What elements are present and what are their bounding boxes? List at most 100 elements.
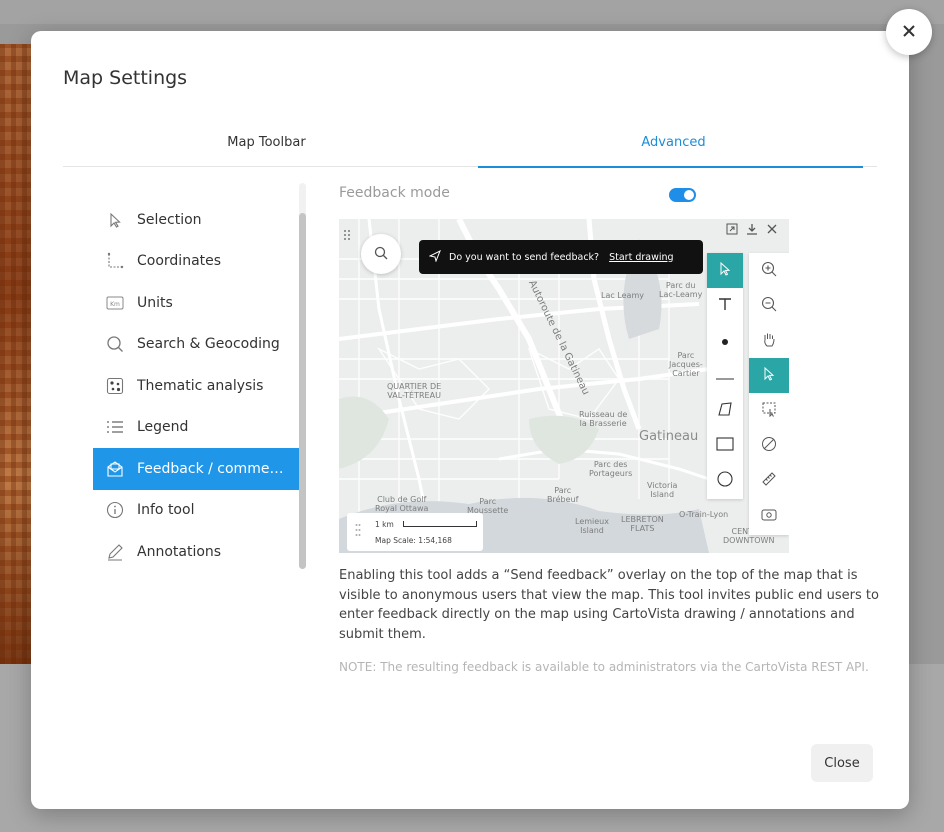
feedback-description: Enabling this tool adds a “Send feedback…: [339, 568, 879, 642]
cursor-icon: [105, 210, 125, 230]
clear-selection-tool[interactable]: [749, 428, 789, 463]
map-label-victoria: Victoria Island: [647, 481, 678, 499]
drawing-toolbar: [707, 253, 743, 499]
search-icon: [105, 334, 125, 354]
scale-km-label: 1 km: [375, 520, 394, 529]
sidebar-item-thematic-analysis[interactable]: Thematic analysis: [93, 365, 299, 407]
map-label-lac-leamy: Lac Leamy: [601, 291, 644, 300]
sidebar-item-annotations[interactable]: Annotations: [93, 531, 299, 573]
feedback-icon: [105, 459, 125, 479]
sidebar-item-label: Coordinates: [137, 253, 222, 270]
map-label-parc-lac: Parc du Lac-Leamy: [659, 281, 703, 299]
polygon-tool[interactable]: [707, 393, 743, 428]
map-label-lemieux: Lemieux Island: [575, 517, 609, 535]
feedback-note: NOTE: The resulting feedback is availabl…: [339, 660, 869, 674]
drag-handle-icon[interactable]: [355, 523, 361, 537]
feedback-question: Do you want to send feedback?: [449, 251, 600, 263]
sidebar: Selection Coordinates Km Units Search & …: [93, 199, 299, 573]
zoom-in-tool[interactable]: [749, 253, 789, 288]
dialog-close-button[interactable]: [886, 9, 932, 55]
sidebar-item-label: Legend: [137, 419, 189, 436]
rectangle-select-tool[interactable]: [749, 393, 789, 428]
legend-list-icon: [105, 417, 125, 437]
zoom-out-tool[interactable]: [749, 288, 789, 323]
sidebar-item-search-geocoding[interactable]: Search & Geocoding: [93, 324, 299, 366]
scrollbar-thumb[interactable]: [299, 213, 306, 569]
select-tool[interactable]: [707, 253, 743, 288]
thematic-icon: [105, 376, 125, 396]
cursor-icon: [762, 366, 776, 385]
settings-tabs: Map Toolbar Advanced: [63, 125, 877, 168]
sidebar-item-label: Thematic analysis: [137, 377, 264, 394]
text-icon: [718, 296, 732, 315]
map-label-parc-brebeuf: Parc Brébeuf: [547, 486, 579, 504]
sidebar-item-info-tool[interactable]: Info tool: [93, 490, 299, 532]
map-label-gatineau: Gatineau: [639, 429, 699, 444]
circle-tool[interactable]: [707, 463, 743, 498]
drag-handle-icon[interactable]: [343, 226, 351, 240]
circle-icon: [717, 470, 733, 491]
pan-tool[interactable]: [749, 323, 789, 358]
rectangle-tool[interactable]: [707, 428, 743, 463]
hand-icon: [761, 331, 777, 351]
fullscreen-icon[interactable]: [725, 222, 739, 236]
sidebar-item-label: Feedback / comme…: [137, 460, 284, 477]
download-icon[interactable]: [745, 222, 759, 236]
sidebar-item-label: Annotations: [137, 543, 222, 560]
coordinates-icon: [105, 251, 125, 271]
background-header: [0, 0, 944, 24]
map-search-button[interactable]: [361, 234, 401, 274]
camera-icon: [761, 506, 777, 525]
text-tool[interactable]: [707, 288, 743, 323]
clear-selection-icon: [761, 436, 777, 456]
map-label-club-golf: Club de Golf Royal Ottawa: [375, 495, 429, 513]
screenshot-tool[interactable]: [749, 498, 789, 533]
sidebar-item-legend[interactable]: Legend: [93, 407, 299, 449]
sidebar-item-selection[interactable]: Selection: [93, 199, 299, 241]
scale-ratio: Map Scale: 1:54,168: [375, 536, 452, 545]
info-icon: [105, 500, 125, 520]
scale-bar: [403, 521, 477, 527]
polygon-icon: [717, 401, 733, 421]
map-preview: QUARTIER DE VAL-TÉTREAU Parc du Lac-Leam…: [339, 219, 789, 553]
tab-advanced[interactable]: Advanced: [470, 125, 877, 168]
map-label-otrain: O-Train-Lyon: [679, 510, 729, 519]
sidebar-item-label: Search & Geocoding: [137, 336, 280, 353]
point-icon: [721, 331, 729, 350]
feedback-mode-label: Feedback mode: [339, 185, 450, 201]
measure-tool[interactable]: [749, 463, 789, 498]
map-label-quartier: QUARTIER DE VAL-TÉTREAU: [387, 382, 442, 400]
km-units-icon: Km: [105, 293, 125, 313]
svg-text:Km: Km: [110, 301, 120, 308]
feedback-banner: Do you want to send feedback? Start draw…: [419, 240, 703, 274]
close-button[interactable]: Close: [811, 744, 873, 782]
select-tool[interactable]: [749, 358, 789, 393]
start-drawing-link[interactable]: Start drawing: [609, 252, 673, 263]
map-label-lebreton: LEBRETON FLATS: [621, 515, 664, 533]
sidebar-item-label: Units: [137, 294, 173, 311]
map-label-parc-portageurs: Parc des Portageurs: [589, 460, 633, 478]
sidebar-item-label: Info tool: [137, 502, 195, 519]
sidebar-item-label: Selection: [137, 211, 202, 228]
sidebar-item-coordinates[interactable]: Coordinates: [93, 241, 299, 283]
point-tool[interactable]: [707, 323, 743, 358]
rectangle-icon: [716, 436, 734, 455]
sidebar-item-feedback[interactable]: Feedback / comme…: [93, 448, 299, 490]
sidebar-scrollbar[interactable]: [299, 183, 306, 569]
tab-map-toolbar[interactable]: Map Toolbar: [63, 125, 470, 166]
pen-icon: [105, 542, 125, 562]
close-icon[interactable]: [765, 222, 779, 236]
dialog-title: Map Settings: [63, 67, 188, 89]
line-icon: [716, 366, 734, 385]
feedback-mode-toggle[interactable]: [669, 188, 696, 202]
map-settings-dialog: Map Settings Map Toolbar Advanced Select…: [31, 31, 909, 809]
map-toolbar: [749, 253, 789, 535]
map-scale: 1 km Map Scale: 1:54,168: [347, 513, 483, 551]
line-tool[interactable]: [707, 358, 743, 393]
map-label-parc-jacques: Parc Jacques- Cartier: [669, 351, 703, 378]
send-icon: [428, 249, 441, 265]
close-icon: [902, 23, 916, 42]
sidebar-item-units[interactable]: Km Units: [93, 282, 299, 324]
cursor-icon: [719, 261, 731, 280]
zoom-out-icon: [761, 296, 777, 316]
